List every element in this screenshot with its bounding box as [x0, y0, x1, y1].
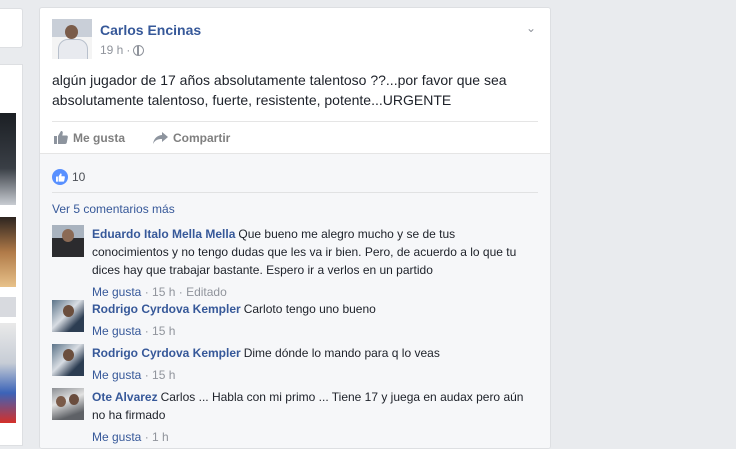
comment-timestamp[interactable]: 15 h [152, 368, 175, 382]
comment-actions: Me gusta · 15 h · Editado [92, 285, 227, 299]
comment-actions: Me gusta · 1 h [92, 430, 169, 444]
post-timestamp[interactable]: 19 h [100, 43, 123, 57]
left-sidebar-card [0, 64, 23, 446]
left-card-top [0, 8, 23, 48]
share-label: Compartir [173, 130, 231, 145]
thumbs-up-icon [54, 131, 68, 144]
comment-actions: Me gusta · 15 h [92, 324, 176, 338]
chevron-down-icon[interactable]: ⌄ [526, 21, 536, 35]
share-arrow-icon [153, 131, 169, 144]
commenter-name[interactable]: Rodrigo Cyrdova Kempler [92, 302, 241, 316]
commenter-avatar[interactable] [52, 225, 84, 257]
edited-label[interactable]: Editado [186, 285, 227, 299]
comments-section: 10 Ver 5 comentarios más Eduardo Italo M… [40, 153, 550, 448]
commenter-avatar[interactable] [52, 344, 84, 376]
comment-like-button[interactable]: Me gusta [92, 324, 141, 338]
post-text: algún jugador de 17 años absolutamente t… [52, 72, 507, 108]
reactions-summary[interactable]: 10 [52, 162, 538, 193]
comment-like-button[interactable]: Me gusta [92, 368, 141, 382]
like-count: 10 [72, 170, 86, 184]
thumbnail-4[interactable] [0, 323, 16, 423]
post-author-name[interactable]: Carlos Encinas [100, 22, 201, 38]
like-reaction-icon [52, 169, 68, 185]
thumbnail-3[interactable] [0, 297, 16, 317]
comment-like-button[interactable]: Me gusta [92, 285, 141, 299]
commenter-name[interactable]: Eduardo Italo Mella Mella [92, 227, 235, 241]
comment-actions: Me gusta · 15 h [92, 368, 176, 382]
post-card: Carlos Encinas 19 h · ⌄ algún jugador de… [39, 7, 551, 449]
post-meta: 19 h · [100, 43, 145, 57]
globe-icon [133, 44, 145, 56]
author-avatar[interactable] [52, 19, 92, 59]
like-button[interactable]: Me gusta [54, 131, 125, 145]
comment-timestamp[interactable]: 15 h [152, 324, 175, 338]
post-header: Carlos Encinas 19 h · ⌄ [52, 19, 538, 61]
like-label: Me gusta [73, 130, 126, 145]
commenter-avatar[interactable] [52, 388, 84, 420]
commenter-avatar[interactable] [52, 300, 84, 332]
comment-text: Dime dónde lo mando para q lo veas [243, 346, 440, 360]
post-actions-bar: Me gusta Compartir [52, 121, 538, 153]
commenter-name[interactable]: Rodrigo Cyrdova Kempler [92, 346, 241, 360]
commenter-name[interactable]: Ote Alvarez [92, 390, 158, 404]
comment-timestamp[interactable]: 15 h [152, 285, 175, 299]
share-button[interactable]: Compartir [153, 131, 230, 145]
thumbnail-1[interactable] [0, 113, 16, 205]
view-more-comments-link[interactable]: Ver 5 comentarios más [52, 202, 175, 216]
comment-text: Carloto tengo uno bueno [243, 302, 376, 316]
thumbnail-2[interactable] [0, 217, 16, 287]
